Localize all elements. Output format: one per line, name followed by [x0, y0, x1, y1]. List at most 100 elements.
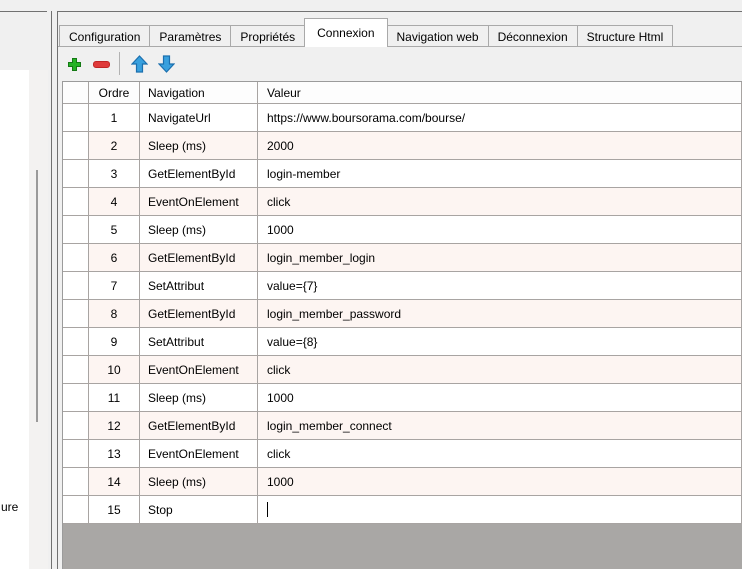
cell-valeur[interactable]: https://www.boursorama.com/bourse/ — [258, 104, 742, 132]
app-window: { "left_panel": { "truncated_text": "ure… — [0, 0, 742, 569]
cell-ordre[interactable]: 3 — [89, 160, 140, 188]
grid-row-10: 10 EventOnElement click — [63, 356, 742, 384]
row-header-cell[interactable] — [63, 496, 89, 524]
cell-ordre[interactable]: 9 — [89, 328, 140, 356]
cell-navigation[interactable]: GetElementById — [140, 412, 258, 440]
cell-navigation[interactable]: NavigateUrl — [140, 104, 258, 132]
grid-row-3: 3 GetElementById login-member — [63, 160, 742, 188]
toolbar-separator — [119, 52, 120, 75]
cell-valeur[interactable]: login-member — [258, 160, 742, 188]
grid-row-2: 2 Sleep (ms) 2000 — [63, 132, 742, 160]
move-down-button[interactable] — [153, 51, 179, 77]
tab-parametres[interactable]: Paramètres — [149, 25, 232, 47]
minus-icon — [92, 60, 110, 68]
cell-navigation[interactable]: GetElementById — [140, 244, 258, 272]
cell-ordre[interactable]: 2 — [89, 132, 140, 160]
panel-splitter[interactable] — [51, 11, 52, 569]
cell-ordre[interactable]: 7 — [89, 272, 140, 300]
row-header-cell[interactable] — [63, 300, 89, 328]
tab-structure-html[interactable]: Structure Html — [576, 25, 674, 47]
tab-configuration[interactable]: Configuration — [59, 25, 151, 47]
left-panel-truncated-label: ure — [1, 500, 19, 514]
row-header-cell[interactable] — [63, 328, 89, 356]
cell-valeur[interactable]: 1000 — [258, 468, 742, 496]
cell-valeur[interactable]: 2000 — [258, 132, 742, 160]
cell-valeur[interactable]: value={8} — [258, 328, 742, 356]
column-header-valeur[interactable]: Valeur — [258, 82, 742, 104]
cell-ordre[interactable]: 1 — [89, 104, 140, 132]
text-caret — [267, 502, 268, 517]
grid-row-7: 7 SetAttribut value={7} — [63, 272, 742, 300]
grid-row-5: 5 Sleep (ms) 1000 — [63, 216, 742, 244]
move-up-button[interactable] — [126, 51, 152, 77]
cell-navigation[interactable]: Sleep (ms) — [140, 216, 258, 244]
cell-navigation[interactable]: GetElementById — [140, 160, 258, 188]
cell-valeur[interactable]: login_member_password — [258, 300, 742, 328]
grid-header-row: Ordre Navigation Valeur — [63, 82, 742, 104]
grid-row-15: 15 Stop — [63, 496, 742, 524]
navigation-steps-grid: Ordre Navigation Valeur 1 NavigateUrl https:/… — [62, 81, 742, 569]
grid-row-6: 6 GetElementById login_member_login — [63, 244, 742, 272]
cell-valeur[interactable]: login_member_login — [258, 244, 742, 272]
grid-row-1: 1 NavigateUrl https://www.boursorama.com/b… — [63, 104, 742, 132]
cell-valeur[interactable]: 1000 — [258, 216, 742, 244]
cell-ordre[interactable]: 13 — [89, 440, 140, 468]
grid-corner-cell — [63, 82, 89, 104]
cell-navigation[interactable]: SetAttribut — [140, 328, 258, 356]
grid-row-13: 13 EventOnElement click — [63, 440, 742, 468]
left-panel-scrollbar[interactable] — [36, 170, 38, 422]
cell-ordre[interactable]: 10 — [89, 356, 140, 384]
cell-ordre[interactable]: 4 — [89, 188, 140, 216]
grid-row-9: 9 SetAttribut value={8} — [63, 328, 742, 356]
cell-navigation[interactable]: SetAttribut — [140, 272, 258, 300]
tab-connexion[interactable]: Connexion — [304, 18, 388, 47]
row-header-cell[interactable] — [63, 104, 89, 132]
cell-ordre[interactable]: 12 — [89, 412, 140, 440]
add-row-button[interactable] — [61, 51, 87, 77]
grid-row-4: 4 EventOnElement click — [63, 188, 742, 216]
cell-valeur[interactable] — [258, 496, 742, 524]
cell-ordre[interactable]: 14 — [89, 468, 140, 496]
row-header-cell[interactable] — [63, 440, 89, 468]
cell-ordre[interactable]: 11 — [89, 384, 140, 412]
cell-valeur[interactable]: login_member_connect — [258, 412, 742, 440]
cell-navigation[interactable]: Stop — [140, 496, 258, 524]
cell-ordre[interactable]: 8 — [89, 300, 140, 328]
cell-ordre[interactable]: 5 — [89, 216, 140, 244]
main-panel-top-border — [57, 11, 742, 12]
row-header-cell[interactable] — [63, 272, 89, 300]
cell-valeur[interactable]: click — [258, 356, 742, 384]
row-header-cell[interactable] — [63, 244, 89, 272]
remove-row-button[interactable] — [88, 51, 114, 77]
row-header-cell[interactable] — [63, 384, 89, 412]
cell-navigation[interactable]: Sleep (ms) — [140, 468, 258, 496]
tab-navigation-web[interactable]: Navigation web — [386, 25, 489, 47]
cell-valeur[interactable]: click — [258, 188, 742, 216]
cell-navigation[interactable]: EventOnElement — [140, 188, 258, 216]
row-header-cell[interactable] — [63, 356, 89, 384]
cell-ordre[interactable]: 6 — [89, 244, 140, 272]
column-header-ordre[interactable]: Ordre — [89, 82, 140, 104]
tab-deconnexion[interactable]: Déconnexion — [487, 25, 578, 47]
row-header-cell[interactable] — [63, 160, 89, 188]
row-header-cell[interactable] — [63, 132, 89, 160]
cell-valeur[interactable]: 1000 — [258, 384, 742, 412]
column-header-navigation[interactable]: Navigation — [140, 82, 258, 104]
row-header-cell[interactable] — [63, 216, 89, 244]
cell-ordre[interactable]: 15 — [89, 496, 140, 524]
grid-row-8: 8 GetElementById login_member_password — [63, 300, 742, 328]
cell-valeur[interactable]: click — [258, 440, 742, 468]
tab-proprietes[interactable]: Propriétés — [230, 25, 306, 47]
row-header-cell[interactable] — [63, 412, 89, 440]
row-header-cell[interactable] — [63, 468, 89, 496]
cell-navigation[interactable]: Sleep (ms) — [140, 132, 258, 160]
main-panel-left-border — [57, 11, 58, 569]
row-header-cell[interactable] — [63, 188, 89, 216]
cell-navigation[interactable]: Sleep (ms) — [140, 384, 258, 412]
grid-row-11: 11 Sleep (ms) 1000 — [63, 384, 742, 412]
left-panel-top-border — [0, 11, 47, 12]
cell-valeur[interactable]: value={7} — [258, 272, 742, 300]
cell-navigation[interactable]: GetElementById — [140, 300, 258, 328]
cell-navigation[interactable]: EventOnElement — [140, 356, 258, 384]
cell-navigation[interactable]: EventOnElement — [140, 440, 258, 468]
